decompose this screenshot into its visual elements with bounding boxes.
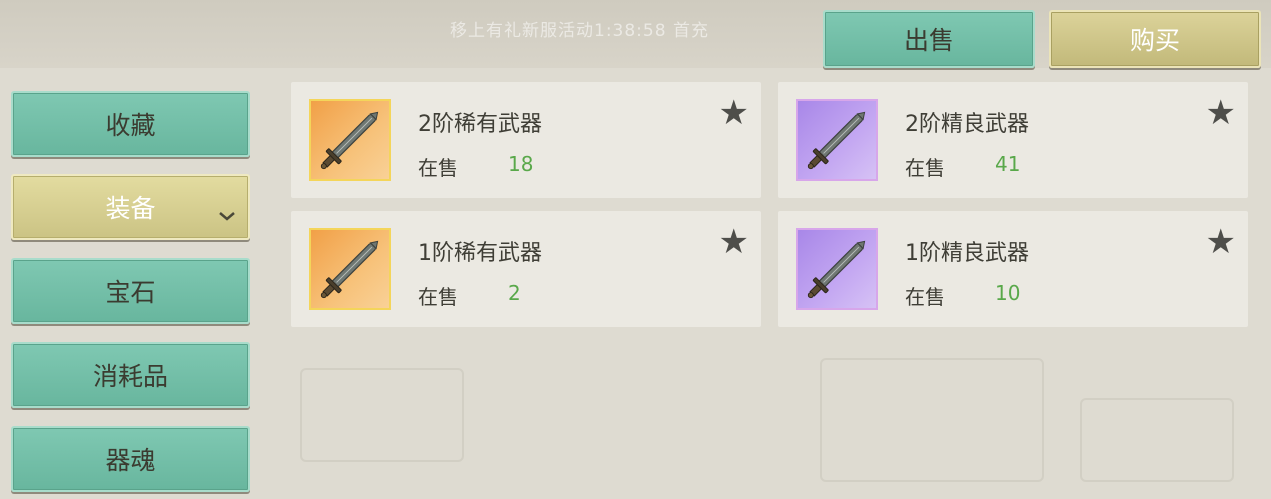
background-decoration xyxy=(1080,398,1234,482)
sidebar-item-soul[interactable]: 器魂 xyxy=(11,426,250,492)
on-sale-count: 41 xyxy=(995,152,1021,176)
banner-text: 移上有礼新服活动1:38:58 首充 xyxy=(450,21,709,41)
sidebar-item-label: 器魂 xyxy=(105,446,156,475)
on-sale-count: 18 xyxy=(508,152,534,176)
sidebar-item-label: 收藏 xyxy=(105,111,156,140)
sidebar-item-consumables[interactable]: 消耗品 xyxy=(11,342,250,408)
sword-icon xyxy=(320,111,379,170)
sidebar-item-label: 宝石 xyxy=(105,278,156,307)
sword-icon xyxy=(320,240,379,299)
background-decoration xyxy=(820,358,1044,482)
item-name: 2阶精良武器 xyxy=(905,112,1029,137)
sell-button-label: 出售 xyxy=(903,26,954,55)
item-icon-frame xyxy=(796,99,878,181)
on-sale-count: 2 xyxy=(508,281,521,305)
item-icon-frame xyxy=(796,228,878,310)
on-sale-label: 在售 xyxy=(905,156,945,180)
buy-button-label: 购买 xyxy=(1129,26,1180,55)
sidebar-item-equipment[interactable]: 装备 xyxy=(11,174,250,240)
sidebar-item-favorites[interactable]: 收藏 xyxy=(11,91,250,157)
on-sale-label: 在售 xyxy=(418,285,458,309)
star-icon[interactable]: ★ xyxy=(1206,225,1236,259)
on-sale-label: 在售 xyxy=(418,156,458,180)
item-card[interactable]: 2阶稀有武器 在售 18 ★ xyxy=(291,82,761,198)
star-icon[interactable]: ★ xyxy=(719,225,749,259)
star-icon[interactable]: ★ xyxy=(719,96,749,130)
item-card[interactable]: 1阶稀有武器 在售 2 ★ xyxy=(291,211,761,327)
background-decoration xyxy=(300,368,464,462)
on-sale-label: 在售 xyxy=(905,285,945,309)
item-card[interactable]: 2阶精良武器 在售 41 ★ xyxy=(778,82,1248,198)
chevron-down-icon xyxy=(219,212,235,221)
item-name: 2阶稀有武器 xyxy=(418,112,542,137)
buy-button[interactable]: 购买 xyxy=(1049,10,1261,68)
item-icon-frame xyxy=(309,99,391,181)
sword-icon xyxy=(807,240,866,299)
item-icon-frame xyxy=(309,228,391,310)
sell-button[interactable]: 出售 xyxy=(823,10,1035,68)
on-sale-count: 10 xyxy=(995,281,1021,305)
item-card[interactable]: 1阶精良武器 在售 10 ★ xyxy=(778,211,1248,327)
item-name: 1阶稀有武器 xyxy=(418,241,542,266)
star-icon[interactable]: ★ xyxy=(1206,96,1236,130)
sword-icon xyxy=(807,111,866,170)
sidebar-item-label: 消耗品 xyxy=(92,362,168,391)
sidebar-item-label: 装备 xyxy=(105,194,156,223)
sidebar-item-gems[interactable]: 宝石 xyxy=(11,258,250,324)
item-name: 1阶精良武器 xyxy=(905,241,1029,266)
